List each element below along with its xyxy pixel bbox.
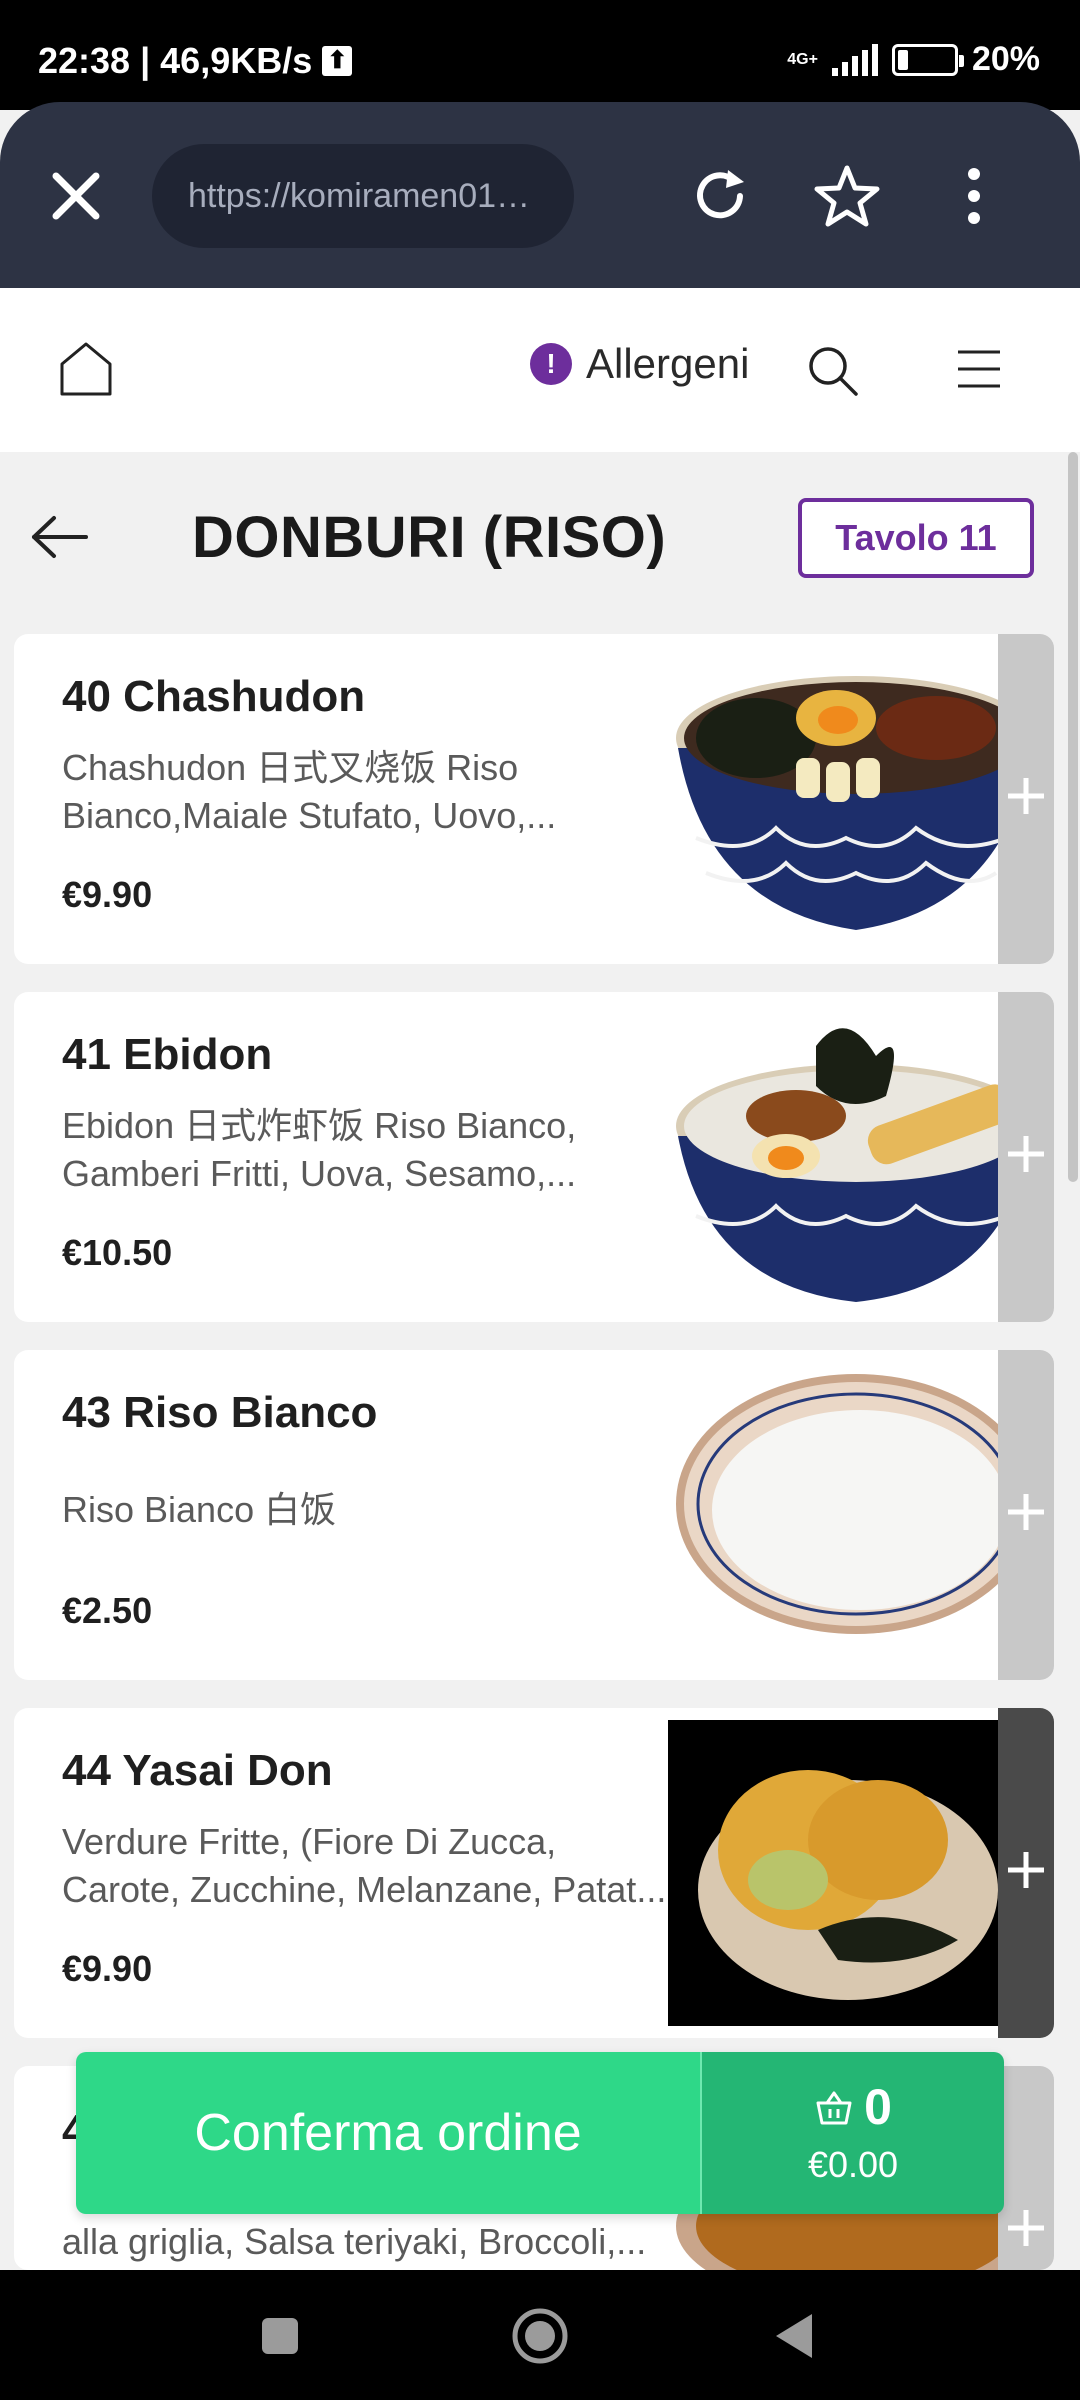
item-description: Verdure Fritte, (Fiore Di Zucca, Carote,… <box>62 1821 667 1910</box>
ebidon-image <box>676 1028 1034 1302</box>
cart-count: 0 <box>864 2079 892 2135</box>
star-icon[interactable] <box>811 160 883 232</box>
scrollbar-thumb[interactable] <box>1068 452 1078 1182</box>
cart-total: €0.00 <box>807 2144 899 2185</box>
item-name: 40 Chashudon <box>62 672 366 721</box>
add-button[interactable] <box>998 2066 1054 2270</box>
item-price: €9.90 <box>62 874 153 915</box>
home-button-icon[interactable] <box>510 2306 570 2366</box>
cart-button[interactable]: 0 €0.00 <box>700 2052 1004 2214</box>
url-bar[interactable]: https://komiramen01… <box>152 144 574 248</box>
back-arrow-icon[interactable] <box>30 512 90 562</box>
plus-icon <box>1008 778 1044 814</box>
confirm-order-button[interactable]: Conferma ordine <box>76 2052 700 2214</box>
allergen-link[interactable]: ! Allergeni <box>530 340 749 388</box>
battery-level: 20% <box>971 40 1040 78</box>
upload-icon: ⬆ <box>322 46 353 76</box>
add-button[interactable] <box>998 634 1054 964</box>
confirm-order-bar: Conferma ordine 0 €0.00 <box>76 2052 1004 2214</box>
browser-toolbar: https://komiramen01… <box>0 102 1080 288</box>
back-button-icon[interactable] <box>766 2306 826 2366</box>
status-left: 22:38 | 46,9KB/s ⬆ <box>38 40 353 82</box>
allergen-label: Allergeni <box>586 340 750 387</box>
plus-icon <box>1008 1852 1044 1888</box>
menu-item-card[interactable]: 43 Riso Bianco Riso Bianco 白饭 €2.50 <box>14 1350 1054 1680</box>
basket-icon <box>816 2091 852 2125</box>
item-description: Riso Bianco 白饭 <box>62 1489 337 1530</box>
category-title: DONBURI (RISO) <box>192 505 667 570</box>
home-icon[interactable] <box>56 338 116 398</box>
status-right: 4G+ 20% <box>787 40 1040 79</box>
network-type: 4G+ <box>787 50 818 68</box>
app-header: ! Allergeni <box>0 288 1080 452</box>
rice-bowl-image <box>676 1374 1034 1634</box>
scrollbar[interactable] <box>1066 452 1080 2270</box>
recent-apps-icon[interactable] <box>250 2306 310 2366</box>
alert-icon: ! <box>530 343 572 385</box>
cart-row: 0 <box>702 2078 1004 2136</box>
status-bar: 22:38 | 46,9KB/s ⬆ 4G+ 20% <box>0 0 1080 110</box>
plus-icon <box>1008 2210 1044 2246</box>
table-badge[interactable]: Tavolo 11 <box>798 498 1034 578</box>
signal-icon <box>831 43 878 76</box>
close-icon[interactable] <box>44 164 108 228</box>
chashudon-image <box>676 676 1034 930</box>
yasai-don-image <box>668 1720 998 2026</box>
item-price: €2.50 <box>62 1590 153 1631</box>
category-bar: DONBURI (RISO) Tavolo 11 <box>0 452 1080 622</box>
item-name: 41 Ebidon <box>62 1030 273 1079</box>
item-description: Ebidon 日式炸虾饭 Riso Bianco, Gamberi Fritti… <box>62 1105 577 1194</box>
add-button[interactable] <box>998 1708 1054 2038</box>
status-time: 22:38 | 46,9KB/s <box>38 40 313 81</box>
add-button[interactable] <box>998 992 1054 1322</box>
item-price: €10.50 <box>62 1232 173 1273</box>
system-nav-bar <box>0 2270 1080 2400</box>
menu-item-card[interactable]: 44 Yasai Don Verdure Fritte, (Fiore Di Z… <box>14 1708 1054 2038</box>
item-price: €9.90 <box>62 1948 153 1989</box>
item-name: 43 Riso Bianco <box>62 1388 378 1437</box>
menu-item-card[interactable]: 41 Ebidon Ebidon 日式炸虾饭 Riso Bianco, Gamb… <box>14 992 1054 1322</box>
item-name: 44 Yasai Don <box>62 1746 333 1795</box>
item-description: alla griglia, Salsa teriyaki, Broccoli,.… <box>62 2221 647 2262</box>
battery-icon <box>891 43 964 76</box>
hamburger-menu-icon[interactable] <box>954 344 1004 394</box>
menu-item-card[interactable]: 40 Chashudon Chashudon 日式叉烧饭 Riso Bianco… <box>14 634 1054 964</box>
plus-icon <box>1008 1494 1044 1530</box>
add-button[interactable] <box>998 1350 1054 1680</box>
plus-icon <box>1008 1136 1044 1172</box>
item-description: Chashudon 日式叉烧饭 Riso Bianco,Maiale Stufa… <box>62 747 557 836</box>
more-vertical-icon[interactable] <box>938 160 1010 232</box>
reload-icon[interactable] <box>684 160 756 232</box>
search-icon[interactable] <box>804 342 860 398</box>
